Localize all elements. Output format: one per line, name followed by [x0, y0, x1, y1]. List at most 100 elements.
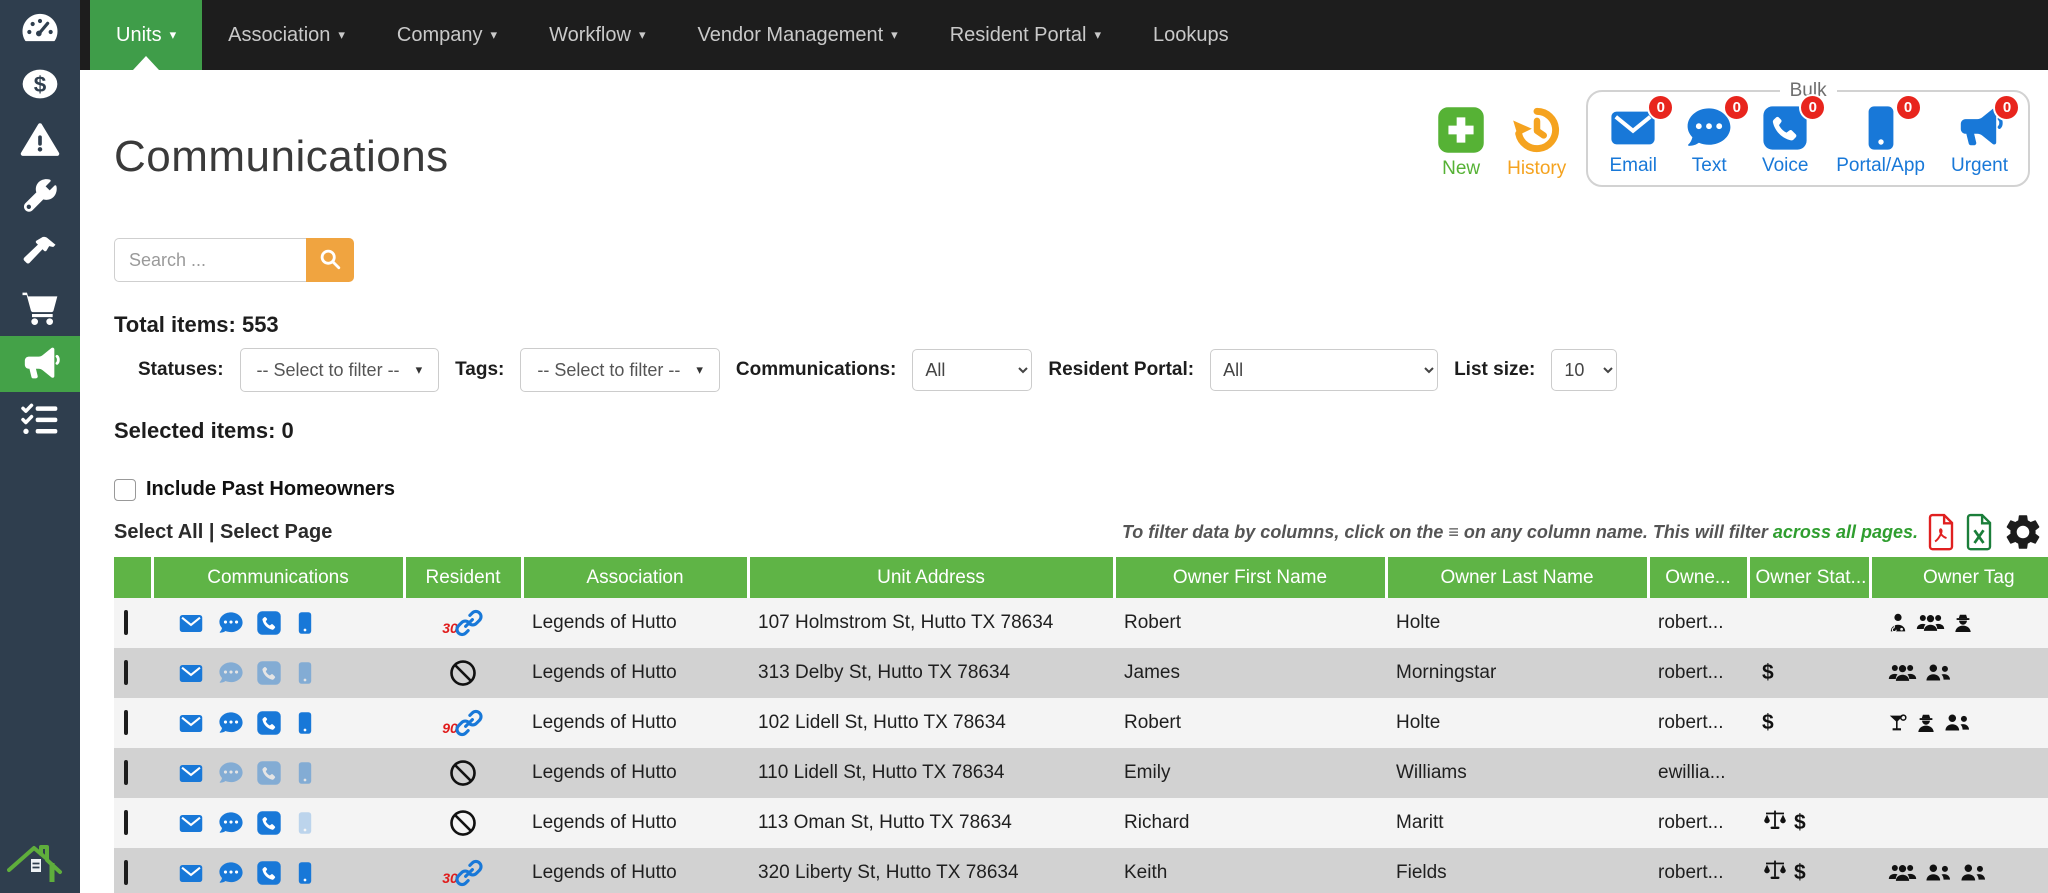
email-envelope-icon[interactable]: [176, 861, 206, 886]
portal-mobile-icon[interactable]: [293, 809, 317, 837]
email-envelope-icon[interactable]: [176, 611, 206, 636]
column-header-owner-tag[interactable]: Owner Tag: [1870, 557, 2048, 598]
portal-mobile-icon[interactable]: [293, 759, 317, 787]
association-cell: Legends of Hutto: [522, 598, 748, 648]
voice-square-phone-icon[interactable]: [256, 810, 282, 836]
voice-square-phone-icon[interactable]: [256, 760, 282, 786]
bulk-panel: Bulk 0Email0Text0Voice0Portal/App0Urgent: [1586, 80, 2030, 187]
owner-last-name-cell: Maritt: [1386, 798, 1648, 848]
column-header-communications[interactable]: Communications: [152, 557, 404, 598]
row-checkbox[interactable]: [124, 760, 128, 785]
dollar-sign-icon: $: [1762, 661, 1774, 685]
sidebar-item-gauge[interactable]: [0, 0, 80, 56]
row-checkbox[interactable]: [124, 610, 128, 635]
row-checkbox[interactable]: [124, 710, 128, 735]
column-header-unit-address[interactable]: Unit Address: [748, 557, 1114, 598]
column-header-owne[interactable]: Owne...: [1648, 557, 1748, 598]
bulk-email-button[interactable]: 0Email: [1608, 104, 1658, 177]
gear-icon[interactable]: [2002, 511, 2044, 553]
search-input[interactable]: [114, 238, 306, 282]
sidebar-item-hammer[interactable]: [0, 224, 80, 280]
nav-item-units[interactable]: Units▾: [90, 0, 202, 70]
filter-select-list-size[interactable]: 10: [1551, 349, 1617, 391]
email-envelope-icon[interactable]: [176, 811, 206, 836]
column-header-resident[interactable]: Resident: [404, 557, 522, 598]
email-envelope-icon[interactable]: [176, 711, 206, 736]
text-comment-dots-icon[interactable]: [217, 810, 245, 836]
portal-mobile-icon[interactable]: [293, 659, 317, 687]
filter-select-statuses[interactable]: -- Select to filter --▾: [240, 348, 440, 392]
nav-item-workflow[interactable]: Workflow▾: [523, 0, 671, 70]
history-icon: [1511, 104, 1563, 156]
link-icon[interactable]: [454, 708, 484, 738]
voice-square-phone-icon[interactable]: [256, 610, 282, 636]
scale-balanced-icon: [1762, 808, 1788, 838]
user-group-icon: [1925, 862, 1952, 884]
history-button[interactable]: History: [1507, 104, 1566, 180]
sidebar-item-shopping-cart[interactable]: [0, 280, 80, 336]
text-comment-dots-icon[interactable]: [217, 610, 245, 636]
row-checkbox[interactable]: [124, 660, 128, 685]
email-envelope-icon[interactable]: [176, 761, 206, 786]
owner-last-name-cell: Holte: [1386, 698, 1648, 748]
nav-item-company[interactable]: Company ▾: [371, 0, 523, 70]
ban-icon: [448, 758, 478, 788]
search-bar: [114, 238, 2048, 282]
owner-email-cell: robert...: [1648, 648, 1748, 698]
file-excel-icon[interactable]: [1964, 513, 1994, 551]
email-envelope-icon[interactable]: [176, 661, 206, 686]
filter-select-tags[interactable]: -- Select to filter --▾: [520, 348, 720, 392]
nav-item-vendor-management[interactable]: Vendor Management▾: [671, 0, 923, 70]
filter-select-resident-portal[interactable]: All: [1210, 349, 1438, 391]
link-icon[interactable]: [454, 608, 484, 638]
bulk-portal-app-button[interactable]: 0Portal/App: [1836, 104, 1925, 177]
sidebar-item-warning-triangle[interactable]: [0, 112, 80, 168]
column-header-owner-last-name[interactable]: Owner Last Name: [1386, 557, 1648, 598]
file-pdf-icon[interactable]: [1926, 513, 1956, 551]
filter-select-communications[interactable]: All: [912, 349, 1032, 391]
new-button[interactable]: New: [1435, 104, 1487, 180]
unit-address-cell: 110 Lidell St, Hutto TX 78634: [748, 748, 1114, 798]
bullhorn-icon: [20, 344, 60, 384]
caret-down-icon: ▾: [1094, 27, 1101, 43]
link-icon[interactable]: [454, 858, 484, 888]
search-button[interactable]: [306, 238, 354, 282]
column-header-owner-stat[interactable]: Owner Stat...: [1748, 557, 1870, 598]
row-checkbox[interactable]: [124, 860, 128, 885]
select-page-link[interactable]: Select Page: [220, 521, 332, 543]
nav-item-label: Company: [397, 24, 483, 47]
bulk-urgent-button[interactable]: 0Urgent: [1951, 104, 2008, 177]
sidebar-item-dollar-coin[interactable]: $: [0, 56, 80, 112]
portal-mobile-icon[interactable]: [293, 859, 317, 887]
text-comment-dots-icon[interactable]: [217, 860, 245, 886]
include-past-homeowners-checkbox[interactable]: [114, 479, 136, 501]
select-all-link[interactable]: Select All: [114, 521, 203, 543]
user-secret-icon: [1953, 612, 1973, 634]
sidebar-item-bullhorn[interactable]: [0, 336, 80, 392]
column-header-checkbox[interactable]: [114, 557, 152, 598]
nav-item-association[interactable]: Association▾: [202, 0, 371, 70]
header-actions: New History Bulk 0Email0Text0Voice0Porta…: [1435, 80, 2030, 187]
sidebar-item-checklist[interactable]: [0, 392, 80, 448]
nav-item-resident-portal[interactable]: Resident Portal▾: [924, 0, 1127, 70]
text-comment-dots-icon[interactable]: [217, 760, 245, 786]
page-content: New History Bulk 0Email0Text0Voice0Porta…: [80, 70, 2048, 893]
bulk-voice-button[interactable]: 0Voice: [1760, 104, 1810, 177]
nav-item-lookups[interactable]: Lookups: [1127, 0, 1255, 70]
portal-mobile-icon[interactable]: [293, 709, 317, 737]
sidebar-item-wrench[interactable]: [0, 168, 80, 224]
bulk-text-button[interactable]: 0Text: [1684, 104, 1734, 177]
row-checkbox[interactable]: [124, 810, 128, 835]
filter-label-resident-portal: Resident Portal:: [1048, 359, 1194, 381]
nav-item-label: Workflow: [549, 24, 631, 47]
magnifier-icon: [318, 247, 342, 274]
voice-square-phone-icon[interactable]: [256, 710, 282, 736]
text-comment-dots-icon[interactable]: [217, 660, 245, 686]
column-header-association[interactable]: Association: [522, 557, 748, 598]
column-header-owner-first-name[interactable]: Owner First Name: [1114, 557, 1386, 598]
portal-mobile-icon[interactable]: [293, 609, 317, 637]
text-comment-dots-icon[interactable]: [217, 710, 245, 736]
voice-square-phone-icon[interactable]: [256, 860, 282, 886]
voice-square-phone-icon[interactable]: [256, 660, 282, 686]
caret-down-icon: ▾: [491, 27, 498, 43]
